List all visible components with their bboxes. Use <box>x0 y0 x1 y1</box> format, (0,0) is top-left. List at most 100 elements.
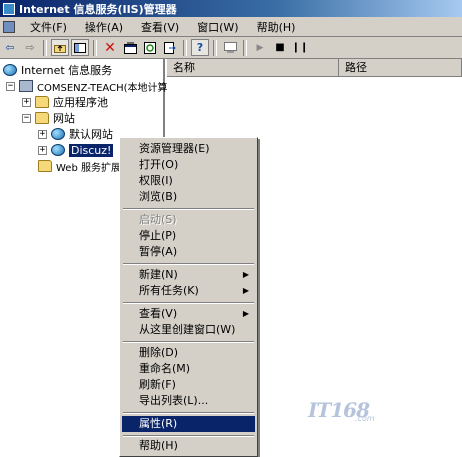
toolbar-separator <box>213 39 217 56</box>
ctx-label: 帮助(H) <box>139 439 178 452</box>
up-folder-icon[interactable] <box>51 39 69 56</box>
ctx-label: 资源管理器(E) <box>139 142 210 155</box>
menu-view[interactable]: 查看(V) <box>132 19 188 35</box>
ctx-permissions[interactable]: 权限(I) <box>122 173 255 189</box>
watermark-suffix: .com <box>355 414 375 423</box>
toolbar-separator <box>43 39 47 56</box>
toolbar-separator <box>183 39 187 56</box>
export-glyph <box>164 41 176 54</box>
iis-app-icon <box>3 2 15 15</box>
ctx-browse[interactable]: 浏览(B) <box>122 189 255 205</box>
window-title: Internet 信息服务(IIS)管理器 <box>19 2 177 16</box>
show-hide-tree-icon[interactable] <box>71 39 89 56</box>
ctx-label: 浏览(B) <box>139 190 178 203</box>
ctx-label: 新建(N) <box>139 268 178 281</box>
toolbar-separator <box>243 39 247 56</box>
ctx-label: 导出列表(L)... <box>139 394 209 407</box>
title-bar: Internet 信息服务(IIS)管理器 <box>0 0 462 17</box>
ctx-label: 删除(D) <box>139 346 179 359</box>
menu-separator <box>123 302 254 304</box>
delete-icon[interactable]: ✕ <box>101 39 119 56</box>
ctx-label: 停止(P) <box>139 229 177 242</box>
ctx-all-tasks[interactable]: 所有任务(K) ▶ <box>122 283 255 299</box>
ctx-rename[interactable]: 重命名(M) <box>122 361 255 377</box>
ctx-label: 暂停(A) <box>139 245 178 258</box>
ctx-label: 查看(V) <box>139 307 178 320</box>
tree-label-computer: COMSENZ-TEACH(本地计算 <box>37 82 168 94</box>
toolbar: ⇦ ⇨ ✕ ? ▶ ■ ❙❙ <box>0 37 462 59</box>
submenu-arrow-icon: ▶ <box>242 309 249 318</box>
ctx-label: 所有任务(K) <box>139 284 199 297</box>
properties-glyph <box>123 42 137 54</box>
pause-icon[interactable]: ❙❙ <box>291 39 309 56</box>
menu-separator <box>123 208 254 210</box>
tree-item-discuz[interactable]: + Discuz! <box>38 142 114 158</box>
menu-action[interactable]: 操作(A) <box>76 19 132 35</box>
tree-label-default-site: 默认网站 <box>69 128 113 141</box>
ctx-label: 权限(I) <box>139 174 173 187</box>
menu-file[interactable]: 文件(F) <box>21 19 76 35</box>
menu-bar: 文件(F) 操作(A) 查看(V) 窗口(W) 帮助(H) <box>0 17 462 37</box>
console-glyph <box>223 41 237 53</box>
forward-arrow-icon[interactable]: ⇨ <box>21 39 39 56</box>
export-list-icon[interactable] <box>161 39 179 56</box>
globe-icon <box>51 128 65 140</box>
ctx-new[interactable]: 新建(N) ▶ <box>122 267 255 283</box>
tree-item-root[interactable]: Internet 信息服务 <box>3 62 112 78</box>
ctx-start: 启动(S) <box>122 212 255 228</box>
stop-icon[interactable]: ■ <box>271 39 289 56</box>
computer-icon <box>19 80 33 92</box>
tree-glyph <box>74 42 86 53</box>
menu-separator <box>123 341 254 343</box>
collapse-icon[interactable]: − <box>6 81 15 91</box>
ctx-view[interactable]: 查看(V) ▶ <box>122 306 255 322</box>
folder-icon <box>35 96 49 108</box>
folder-icon <box>35 112 49 124</box>
submenu-arrow-icon: ▶ <box>242 286 249 295</box>
toolbar-separator <box>93 39 97 56</box>
refresh-icon[interactable] <box>141 39 159 56</box>
ctx-label: 启动(S) <box>139 213 177 226</box>
menu-help[interactable]: 帮助(H) <box>248 19 305 35</box>
column-header-name[interactable]: 名称 <box>167 59 339 77</box>
globe-icon <box>3 64 17 76</box>
ctx-stop[interactable]: 停止(P) <box>122 228 255 244</box>
collapse-icon[interactable]: − <box>22 113 31 123</box>
ctx-refresh[interactable]: 刷新(F) <box>122 377 255 393</box>
submenu-arrow-icon: ▶ <box>242 270 249 279</box>
ctx-new-window[interactable]: 从这里创建窗口(W) <box>122 322 255 338</box>
menu-separator <box>123 263 254 265</box>
tree-label-discuz: Discuz! <box>69 143 114 157</box>
column-header-path[interactable]: 路径 <box>339 59 462 77</box>
tree-item-default-site[interactable]: + 默认网站 <box>38 126 113 142</box>
play-icon[interactable]: ▶ <box>251 39 269 56</box>
folder-icon <box>38 160 52 172</box>
expand-icon[interactable]: + <box>38 129 47 139</box>
ctx-explore[interactable]: 资源管理器(E) <box>122 141 255 157</box>
ctx-label: 重命名(M) <box>139 362 191 375</box>
back-arrow-icon[interactable]: ⇦ <box>1 39 19 56</box>
ctx-properties[interactable]: 属性(R) <box>122 416 255 432</box>
tree-item-app-pools[interactable]: + 应用程序池 <box>22 94 108 110</box>
help-icon[interactable]: ? <box>191 39 209 56</box>
tree-label-web-ext: Web 服务扩展 <box>56 162 121 174</box>
ctx-open[interactable]: 打开(O) <box>122 157 255 173</box>
properties-icon[interactable] <box>121 39 139 56</box>
system-menu-icon[interactable] <box>3 20 15 33</box>
expand-icon[interactable]: + <box>22 97 31 107</box>
menu-window[interactable]: 窗口(W) <box>188 19 247 35</box>
tree-item-computer[interactable]: − COMSENZ-TEACH(本地计算 <box>6 78 168 94</box>
ctx-pause[interactable]: 暂停(A) <box>122 244 255 260</box>
expand-icon[interactable]: + <box>38 145 47 155</box>
tree-item-websites[interactable]: − 网站 <box>22 110 75 126</box>
globe-icon <box>51 144 65 156</box>
console-icon[interactable] <box>221 39 239 56</box>
tree-label-websites: 网站 <box>53 112 75 125</box>
ctx-export-list[interactable]: 导出列表(L)... <box>122 393 255 409</box>
refresh-glyph <box>144 41 156 54</box>
context-menu: 资源管理器(E) 打开(O) 权限(I) 浏览(B) 启动(S) 停止(P) 暂… <box>119 137 258 457</box>
ctx-delete[interactable]: 删除(D) <box>122 345 255 361</box>
ctx-help[interactable]: 帮助(H) <box>122 438 255 454</box>
up-folder-glyph <box>54 44 66 53</box>
tree-item-web-ext[interactable]: Web 服务扩展 <box>38 158 121 174</box>
